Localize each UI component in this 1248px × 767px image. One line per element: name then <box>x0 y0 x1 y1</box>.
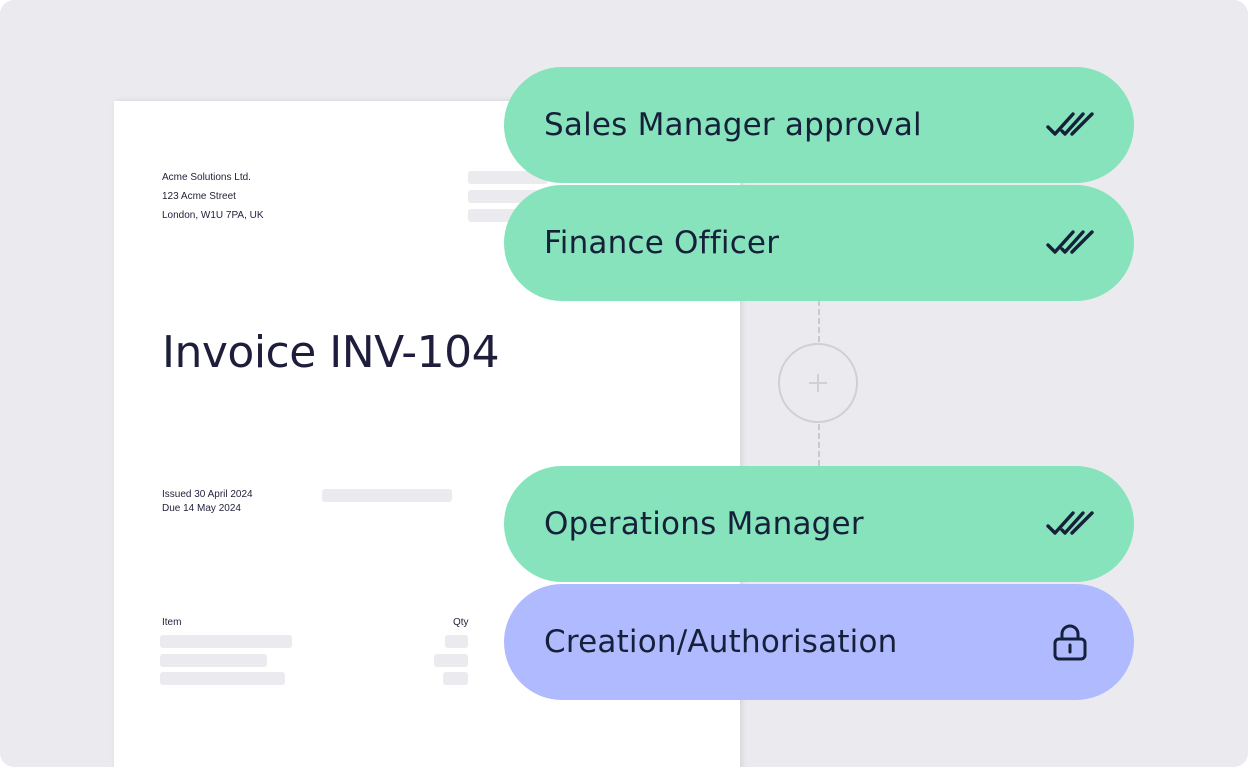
qty-column-header: Qty <box>453 617 469 628</box>
issued-date: Issued 30 April 2024 <box>162 489 253 500</box>
qty-row-placeholder <box>434 654 468 667</box>
qty-row-placeholder <box>445 635 468 648</box>
qty-row-placeholder <box>443 672 468 685</box>
step-label: Operations Manager <box>544 506 864 542</box>
add-step-button[interactable] <box>778 343 858 423</box>
company-street: 123 Acme Street <box>162 191 236 202</box>
item-row-placeholder <box>160 672 285 685</box>
step-operations-manager[interactable]: Operations Manager <box>504 466 1134 582</box>
item-row-placeholder <box>160 654 267 667</box>
lock-icon <box>1046 622 1094 662</box>
due-date: Due 14 May 2024 <box>162 503 241 514</box>
step-sales-manager-approval[interactable]: Sales Manager approval <box>504 67 1134 183</box>
item-row-placeholder <box>160 635 292 648</box>
step-finance-officer[interactable]: Finance Officer <box>504 185 1134 301</box>
plus-icon <box>809 374 827 392</box>
invoice-title: Invoice INV-104 <box>162 327 500 378</box>
connector-line <box>818 300 820 342</box>
double-check-icon <box>1046 105 1094 145</box>
step-creation-authorisation[interactable]: Creation/Authorisation <box>504 584 1134 700</box>
placeholder-bar <box>322 489 452 502</box>
item-column-header: Item <box>162 617 182 628</box>
step-label: Creation/Authorisation <box>544 624 898 660</box>
step-label: Finance Officer <box>544 225 780 261</box>
double-check-icon <box>1046 504 1094 544</box>
company-city: London, W1U 7PA, UK <box>162 210 264 221</box>
step-label: Sales Manager approval <box>544 107 922 143</box>
company-name: Acme Solutions Ltd. <box>162 172 251 183</box>
connector-line <box>818 424 820 466</box>
double-check-icon <box>1046 223 1094 263</box>
app-canvas: Acme Solutions Ltd. 123 Acme Street Lond… <box>0 0 1248 767</box>
